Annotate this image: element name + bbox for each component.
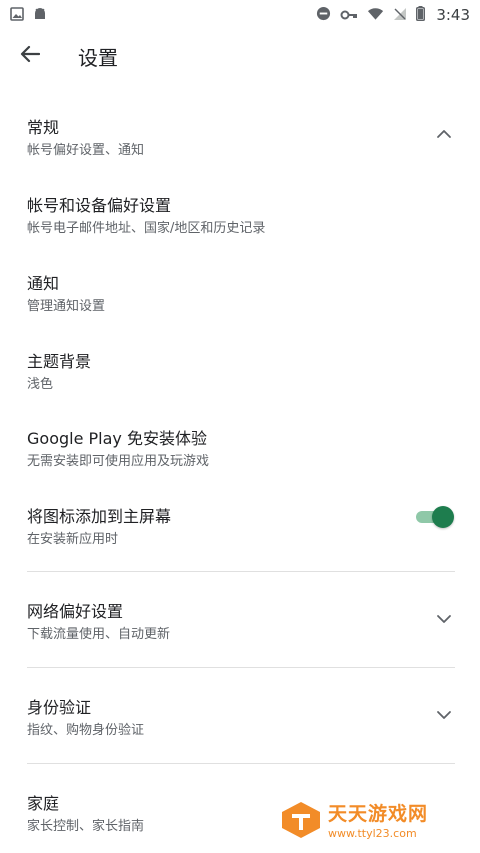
settings-section-auth[interactable]: 身份验证 指纹、购物身份验证	[0, 694, 480, 738]
item-title: 将图标添加到主屏幕	[27, 507, 172, 526]
watermark-url: www.ttyl23.com	[328, 827, 417, 840]
section-subtitle: 家长控制、家长指南	[27, 819, 145, 834]
settings-section-general[interactable]: 常规 帐号偏好设置、通知	[0, 114, 480, 158]
settings-item-account[interactable]: 帐号和设备偏好设置 帐号电子邮件地址、国家/地区和历史记录	[0, 192, 480, 236]
arrow-back-icon	[20, 45, 41, 67]
back-button[interactable]	[14, 42, 46, 70]
item-title: Google Play 免安装体验	[27, 429, 207, 448]
section-title: 家庭	[27, 794, 60, 813]
battery-icon	[416, 5, 426, 25]
section-subtitle: 指纹、购物身份验证	[27, 723, 145, 738]
android-icon	[33, 6, 47, 25]
settings-item-add-icon[interactable]: 将图标添加到主屏幕 在安装新应用时	[0, 503, 480, 547]
section-subtitle: 帐号偏好设置、通知	[27, 143, 145, 158]
page-title: 设置	[78, 46, 118, 70]
divider	[27, 667, 455, 668]
watermark: 天天游戏网 www.ttyl23.com	[280, 800, 460, 844]
settings-item-theme[interactable]: 主题背景 浅色	[0, 348, 480, 392]
settings-item-notifications[interactable]: 通知 管理通知设置	[0, 270, 480, 314]
item-title: 帐号和设备偏好设置	[27, 196, 172, 215]
app-bar: 设置	[0, 30, 480, 82]
do-not-disturb-icon	[316, 6, 331, 25]
chevron-down-icon	[434, 609, 454, 629]
item-subtitle: 浅色	[27, 377, 54, 392]
wifi-icon	[367, 6, 384, 25]
chevron-up-icon	[434, 124, 454, 144]
image-icon	[10, 6, 24, 25]
status-time: 3:43	[436, 6, 470, 24]
item-subtitle: 在安装新应用时	[27, 532, 119, 547]
divider	[27, 571, 455, 572]
section-title: 网络偏好设置	[27, 602, 124, 621]
item-title: 主题背景	[27, 352, 92, 371]
divider	[27, 763, 455, 764]
toggle-thumb	[432, 506, 454, 528]
chevron-down-icon	[434, 705, 454, 725]
add-icon-toggle[interactable]	[416, 506, 454, 528]
item-subtitle: 管理通知设置	[27, 299, 106, 314]
watermark-name: 天天游戏网	[328, 803, 429, 825]
item-subtitle: 帐号电子邮件地址、国家/地区和历史记录	[27, 221, 266, 236]
key-icon	[340, 6, 358, 25]
settings-screen: 3:43 设置 常规 帐号偏好设置、通知 帐号和设备偏好设置 帐号电子邮件地址、…	[0, 0, 480, 853]
no-signal-icon	[393, 6, 407, 25]
settings-section-network[interactable]: 网络偏好设置 下载流量使用、自动更新	[0, 598, 480, 642]
status-bar: 3:43	[0, 0, 480, 30]
section-title: 身份验证	[27, 698, 92, 717]
watermark-logo-icon	[280, 800, 322, 844]
section-subtitle: 下载流量使用、自动更新	[27, 627, 171, 642]
settings-item-instant-play[interactable]: Google Play 免安装体验 无需安装即可使用应用及玩游戏	[0, 425, 480, 469]
item-subtitle: 无需安装即可使用应用及玩游戏	[27, 454, 210, 469]
section-title: 常规	[27, 118, 60, 137]
item-title: 通知	[27, 274, 60, 293]
